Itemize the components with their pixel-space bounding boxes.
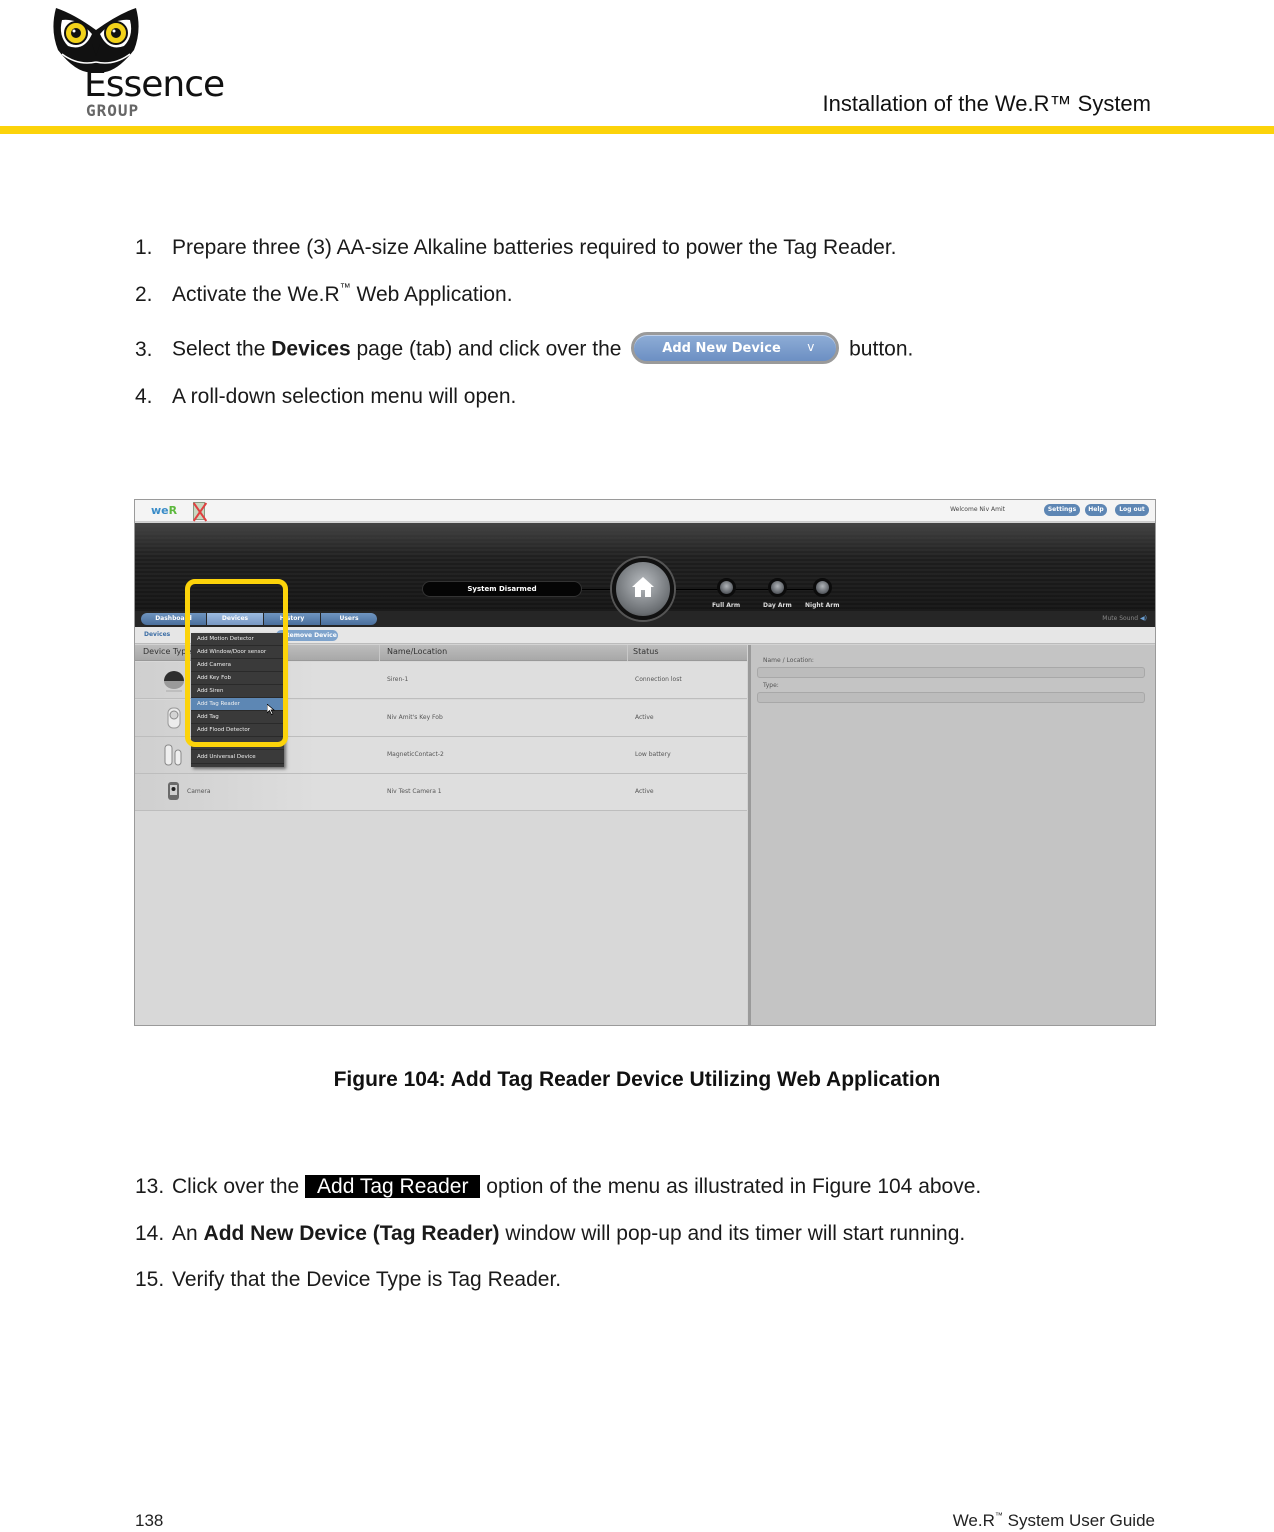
- logout-button[interactable]: Log out: [1115, 504, 1149, 516]
- header-divider: [0, 126, 1274, 134]
- step-number: 13.: [135, 1175, 165, 1198]
- step-14: 14. An Add New Device (Tag Reader) window…: [135, 1222, 965, 1246]
- devices-breadcrumb[interactable]: Devices: [144, 631, 170, 638]
- step-text: Prepare three (3) AA-size Alkaline batte…: [172, 236, 897, 259]
- mouse-cursor-icon: [267, 704, 275, 715]
- help-button[interactable]: Help: [1085, 504, 1107, 516]
- step-1: 1. Prepare three (3) AA-size Alkaline bat…: [135, 236, 897, 260]
- app-top-bar: weR Welcome Niv Amit Settings Help Log o…: [135, 500, 1155, 522]
- column-divider: [379, 645, 380, 661]
- page-header-title: Installation of the We.R™ System: [822, 91, 1151, 116]
- step-text: button.: [843, 337, 914, 361]
- magnetic-contact-icon: [164, 744, 182, 766]
- settings-button[interactable]: Settings: [1044, 504, 1080, 516]
- night-arm-button[interactable]: [813, 578, 832, 597]
- column-header-status[interactable]: Status: [633, 647, 659, 656]
- step-text: Click over the: [172, 1175, 306, 1198]
- device-status: Low battery: [635, 751, 671, 758]
- device-detail-panel: Name / Location: Type:: [748, 645, 1155, 1025]
- device-status: Connection lost: [635, 676, 682, 683]
- type-field[interactable]: [757, 692, 1145, 703]
- footer-guide-title: We.R™ System User Guide: [952, 1511, 1155, 1530]
- step-number: 3.: [135, 337, 153, 361]
- step-number: 2.: [135, 283, 153, 306]
- logo-wordmark: Essence: [84, 64, 225, 105]
- essence-logo: Essence GROUP: [44, 0, 234, 120]
- column-header-name[interactable]: Name/Location: [387, 647, 447, 656]
- day-arm-label: Day Arm: [763, 602, 792, 609]
- step-text: Web Application.: [350, 283, 513, 306]
- step-13: 13. Click over the Add Tag Reader option …: [135, 1175, 981, 1199]
- device-status: Active: [635, 788, 654, 795]
- step-number: 4.: [135, 385, 153, 408]
- devices-subbar: Devices Remove Device: [135, 627, 1155, 644]
- figure-caption: Figure 104: Add Tag Reader Device Utiliz…: [333, 1068, 941, 1091]
- full-arm-button[interactable]: [717, 578, 736, 597]
- device-status: Active: [635, 714, 654, 721]
- welcome-text: Welcome Niv Amit: [950, 506, 1005, 513]
- night-arm-label: Night Arm: [805, 602, 840, 609]
- devices-tab-reference: Devices: [271, 337, 351, 361]
- name-location-label: Name / Location:: [763, 657, 814, 664]
- step-3: 3. Select the Devices page (tab) and clic…: [135, 332, 913, 368]
- step-text: window will pop-up and its timer will st…: [499, 1222, 966, 1245]
- day-arm-button[interactable]: [768, 578, 787, 597]
- step-text: An: [172, 1222, 204, 1245]
- window-title-reference: Add New Device (Tag Reader): [203, 1222, 500, 1245]
- system-status: System Disarmed: [422, 581, 582, 597]
- add-new-device-label: Add New Device: [662, 341, 781, 356]
- yellow-highlight-box: [185, 579, 288, 747]
- step-number: 15.: [135, 1268, 165, 1291]
- device-name: Niv Amit's Key Fob: [387, 714, 443, 721]
- tab-users[interactable]: Users: [321, 613, 377, 625]
- logo-subtitle: GROUP: [86, 101, 140, 120]
- step-text: page (tab) and click over the: [350, 337, 628, 361]
- disarm-home-button[interactable]: [612, 558, 674, 620]
- step-2: 2. Activate the We.R™ Web Application.: [135, 282, 513, 307]
- home-icon: [632, 577, 654, 597]
- control-panel-band: System Disarmed Full Arm Day Arm Night A…: [135, 523, 1155, 620]
- wer-logo: weR: [151, 504, 178, 517]
- type-label: Type:: [763, 682, 779, 689]
- mute-sound-toggle[interactable]: Mute Sound ◀): [1102, 615, 1147, 622]
- trademark-symbol: ™: [339, 282, 351, 294]
- web-app-screenshot: weR Welcome Niv Amit Settings Help Log o…: [134, 499, 1156, 1026]
- step-number: 1.: [135, 236, 153, 259]
- speaker-icon: ◀): [1140, 615, 1147, 622]
- page-number: 138: [135, 1511, 164, 1530]
- full-arm-label: Full Arm: [712, 602, 741, 609]
- step-15: 15. Verify that the Device Type is Tag Re…: [135, 1268, 561, 1292]
- step-text: Verify that the Device Type is Tag Reade…: [172, 1268, 562, 1291]
- device-name: Siren-1: [387, 676, 409, 683]
- add-tag-reader-highlight: Add Tag Reader: [305, 1175, 481, 1198]
- broken-image-icon: [193, 502, 205, 520]
- key-fob-icon: [167, 707, 181, 729]
- device-name: MagneticContact-2: [387, 751, 444, 758]
- add-new-device-button[interactable]: Add New Device v: [631, 332, 840, 364]
- camera-icon: [168, 782, 179, 800]
- column-divider: [627, 645, 628, 661]
- chevron-down-icon: v: [807, 340, 815, 354]
- step-number: 14.: [135, 1222, 165, 1245]
- siren-icon: [164, 671, 184, 692]
- menu-item-add-universal-device[interactable]: Add Universal Device: [191, 751, 284, 764]
- device-name: Niv Test Camera 1: [387, 788, 442, 795]
- name-location-field[interactable]: [757, 667, 1145, 678]
- device-type: Camera: [187, 788, 211, 795]
- step-text: Select the: [172, 337, 272, 361]
- step-text: A roll-down selection menu will open.: [172, 385, 517, 408]
- step-4: 4. A roll-down selection menu will open.: [135, 385, 516, 409]
- table-row[interactable]: Camera Niv Test Camera 1 Active: [135, 774, 747, 811]
- step-text: Activate the We.R: [172, 283, 340, 306]
- step-text: option of the menu as illustrated in Fig…: [480, 1175, 982, 1198]
